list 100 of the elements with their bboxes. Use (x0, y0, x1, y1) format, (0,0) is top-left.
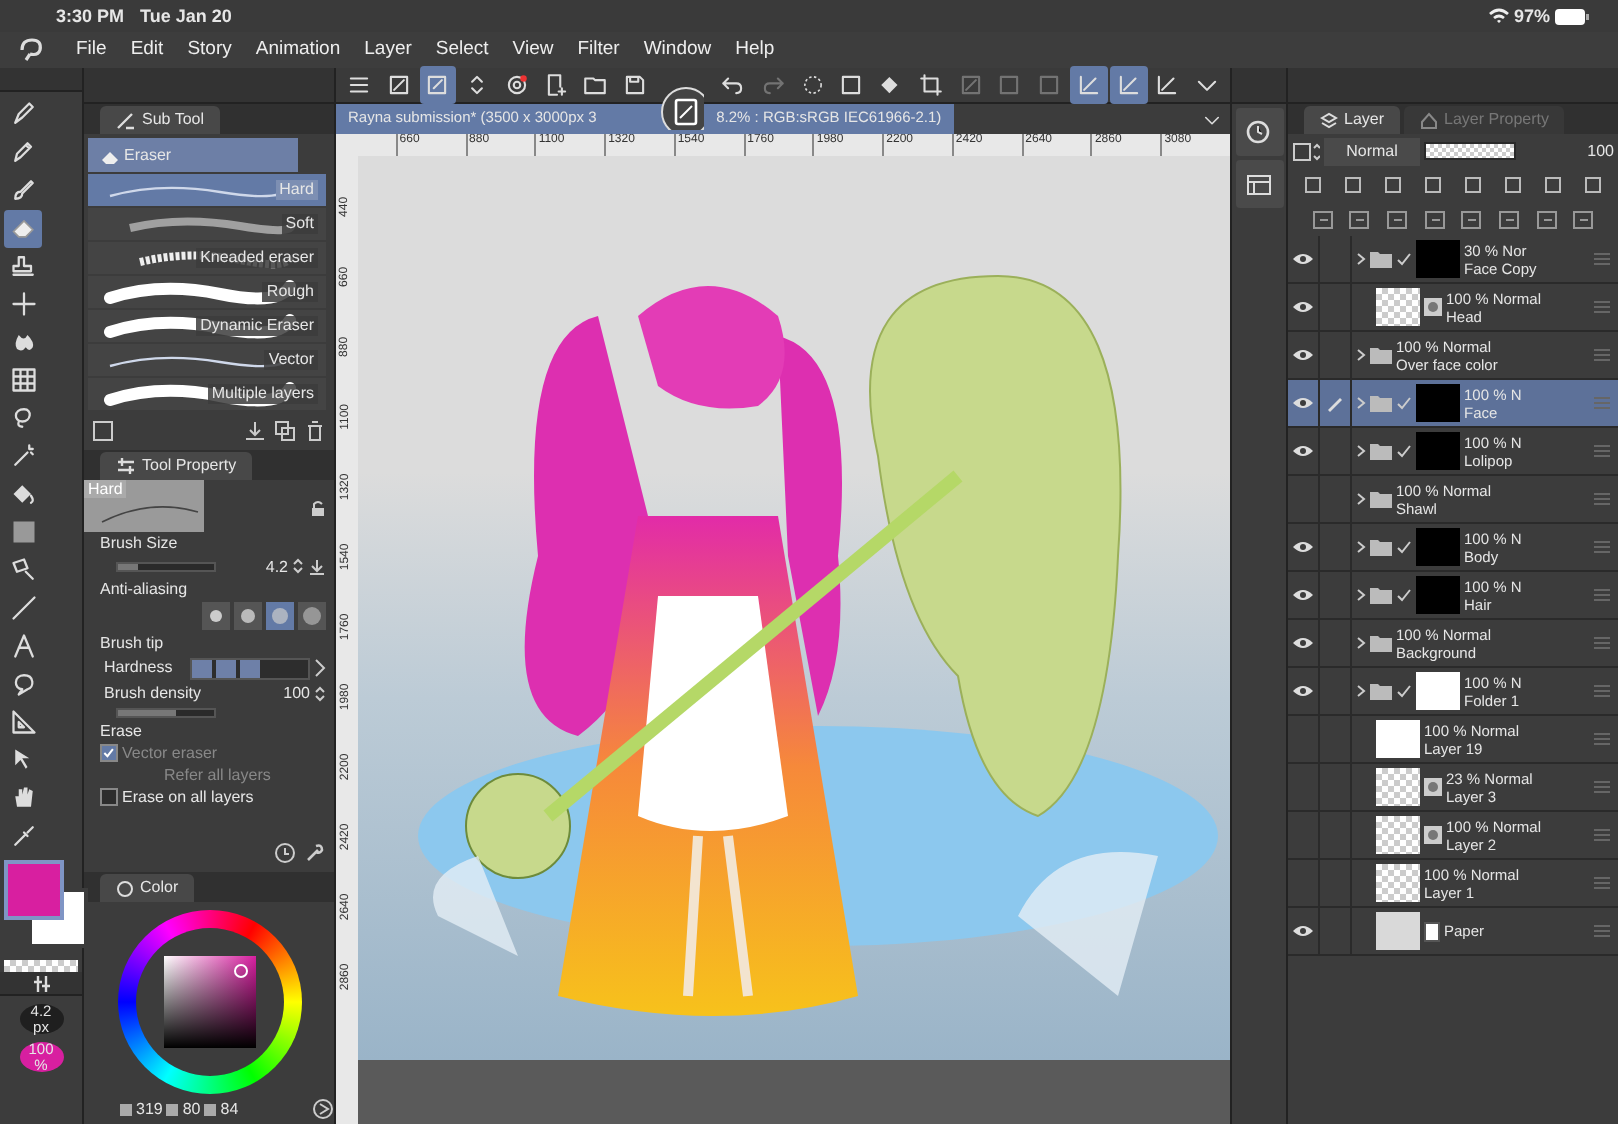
app-logo-icon[interactable] (16, 38, 44, 62)
checkmark-icon[interactable] (1396, 540, 1412, 554)
menu-item[interactable]: Animation (243, 39, 353, 61)
download-icon[interactable] (308, 557, 326, 576)
toolbar-button[interactable] (419, 66, 457, 104)
slider-track[interactable] (116, 561, 216, 572)
menu-item[interactable]: Help (723, 39, 787, 61)
menu-item[interactable]: Select (423, 39, 501, 61)
eye-icon (1292, 588, 1314, 602)
visibility-toggle[interactable] (1288, 571, 1320, 619)
drag-handle-icon[interactable] (1594, 492, 1610, 506)
edit-icon (424, 72, 451, 98)
color-wheel-tab[interactable]: Color (100, 874, 195, 902)
brush-size-field[interactable]: 4.2 (265, 557, 288, 576)
checkmark-icon[interactable] (1396, 252, 1412, 266)
drag-handle-icon[interactable] (1594, 396, 1610, 410)
checkmark-icon[interactable] (1396, 444, 1412, 458)
chevron-right-icon[interactable] (1356, 444, 1366, 458)
drag-handle-icon[interactable] (1594, 828, 1610, 842)
anti-aliasing-option[interactable] (298, 602, 326, 631)
blend-mode-dropdown[interactable]: Normal (1324, 137, 1420, 165)
sub-tool-item[interactable]: Rough (88, 276, 326, 308)
anti-aliasing-option[interactable] (202, 602, 230, 631)
sub-tool-item[interactable]: Vector (88, 344, 326, 376)
sub-tool-item[interactable]: Kneaded eraser (88, 242, 326, 274)
visibility-toggle[interactable] (1288, 283, 1320, 331)
stepper-icon[interactable] (314, 683, 326, 704)
tool-button[interactable] (4, 209, 42, 248)
tool-property-tab[interactable]: Tool Property (100, 452, 253, 480)
menu-item[interactable]: Edit (118, 39, 176, 61)
checkmark-icon[interactable] (1396, 396, 1412, 410)
play-icon[interactable] (312, 1098, 334, 1120)
visibility-toggle[interactable] (1288, 907, 1320, 955)
undo-icon (720, 72, 746, 98)
clear-icon (996, 72, 1023, 98)
drag-handle-icon[interactable] (1594, 732, 1610, 746)
visibility-toggle[interactable] (1288, 427, 1320, 475)
list-icon (1246, 171, 1272, 197)
layer-color-icon[interactable] (1292, 141, 1320, 161)
drag-handle-icon[interactable] (1594, 684, 1610, 698)
menu-item[interactable]: Story (175, 39, 244, 61)
visibility-toggle[interactable] (1288, 619, 1320, 667)
visibility-toggle[interactable] (1288, 235, 1320, 283)
settings-icon[interactable] (92, 419, 114, 441)
panel-tab[interactable]: Layer (1304, 106, 1401, 134)
rotate-canvas-icon[interactable] (660, 86, 705, 130)
chevron-right-icon[interactable] (1356, 684, 1366, 698)
panel-button[interactable] (1235, 160, 1283, 208)
checkmark-icon[interactable] (1396, 588, 1412, 602)
main-color-swatch[interactable] (4, 859, 64, 920)
saturation-value-square[interactable] (163, 956, 255, 1048)
sub-tool-item[interactable]: Soft (88, 208, 326, 240)
color-picker-handle[interactable] (233, 964, 247, 978)
toolbar-button[interactable] (1109, 66, 1148, 104)
drag-handle-icon[interactable] (1594, 924, 1610, 938)
opacity-field[interactable]: 100 (1587, 141, 1614, 161)
drag-handle-icon[interactable] (1594, 348, 1610, 362)
drag-handle-icon[interactable] (1594, 780, 1610, 794)
checkbox[interactable] (100, 788, 118, 807)
anti-aliasing-option[interactable] (234, 602, 262, 631)
download-icon[interactable] (244, 419, 266, 441)
menu-item[interactable]: Window (631, 39, 724, 61)
menu-item[interactable]: View (500, 39, 566, 61)
brush-density-field[interactable]: 100 (283, 683, 310, 703)
chevron-right-icon[interactable] (314, 658, 326, 679)
sub-tool-tab[interactable]: Sub Tool (100, 106, 220, 134)
drag-handle-icon[interactable] (1594, 876, 1610, 890)
slider-track[interactable] (116, 707, 216, 718)
sub-tool-item[interactable]: Multiple layers (88, 378, 326, 410)
drag-handle-icon[interactable] (1594, 636, 1610, 650)
drag-handle-icon[interactable] (1594, 444, 1610, 458)
wrench-icon[interactable] (304, 841, 326, 863)
visibility-toggle[interactable] (1288, 379, 1320, 427)
clock-icon[interactable] (274, 841, 296, 863)
drag-handle-icon[interactable] (1594, 588, 1610, 602)
navigator-button[interactable] (1235, 108, 1283, 156)
transparent-color-swatch[interactable] (4, 959, 78, 973)
eraser-icon (9, 214, 37, 243)
sliders-icon (31, 973, 51, 994)
drag-handle-icon[interactable] (1594, 300, 1610, 314)
visibility-toggle[interactable] (1288, 667, 1320, 715)
stepper-icon[interactable] (292, 556, 304, 577)
menu-item[interactable]: Filter (565, 39, 632, 61)
chevron-right-icon[interactable] (1356, 396, 1366, 410)
chevron-right-icon[interactable] (1356, 636, 1366, 650)
menu-item[interactable]: File (64, 39, 119, 61)
hardness-slider[interactable] (190, 657, 310, 680)
chevron-right-icon[interactable] (1356, 588, 1366, 602)
drag-handle-icon[interactable] (1594, 540, 1610, 554)
chevron-right-icon[interactable] (1356, 348, 1366, 362)
checkmark-icon[interactable] (1396, 684, 1412, 698)
sub-tool-item[interactable]: Dynamic Eraser (88, 310, 326, 342)
redo-icon (759, 72, 786, 98)
chevron-right-icon[interactable] (1356, 540, 1366, 554)
anti-aliasing-option[interactable] (266, 602, 294, 631)
chevron-right-icon[interactable] (1356, 252, 1366, 266)
menu-item[interactable]: Layer (352, 39, 424, 61)
drag-handle-icon[interactable] (1594, 252, 1610, 266)
visibility-toggle[interactable] (1288, 523, 1320, 571)
chevron-right-icon[interactable] (1356, 492, 1366, 506)
